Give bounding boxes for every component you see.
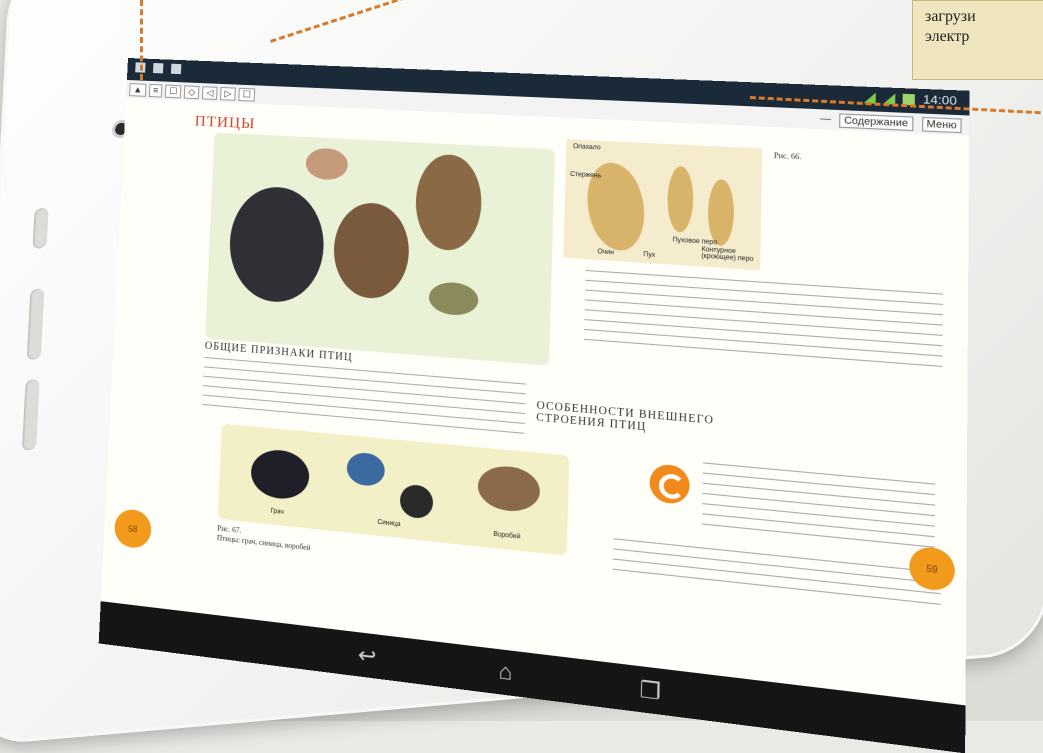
feather-label: Контурное (кроющее) перо [701, 246, 754, 264]
tit-image [346, 451, 386, 488]
bird-label: Воробей [493, 531, 521, 541]
recent-apps-icon[interactable]: ❐ [639, 675, 661, 706]
page-title: ПТИЦЫ [194, 113, 256, 133]
jay-image [305, 147, 349, 181]
feather-image [666, 165, 694, 233]
back-icon[interactable]: ↩ [357, 640, 376, 670]
feather-label: Опахало [572, 143, 601, 152]
callout-box: загрузи электр [912, 0, 1043, 80]
small-bird-image [428, 280, 479, 317]
figure-caption: Рис. 66. [773, 151, 802, 162]
feather-image [707, 178, 735, 247]
duck-image [332, 200, 411, 301]
toolbar-button[interactable]: ◇ [184, 84, 200, 99]
toolbar-button[interactable]: ◁ [202, 85, 218, 100]
bird-label: Синица [377, 519, 401, 529]
toolbar-button[interactable]: ▷ [220, 86, 236, 101]
owl-image [414, 153, 483, 253]
section-heading: ОСОБЕННОСТИ ВНЕШНЕГО СТРОЕНИЯ ПТИЦ [536, 399, 715, 434]
birds-illustration-bottom: Грач Синица Воробей [217, 423, 570, 556]
menu-link[interactable]: Меню [921, 116, 962, 133]
feathers-illustration: Опахало Стержень Очин Пух Пуховое перо К… [563, 139, 763, 271]
capercaillie-image [227, 184, 326, 306]
tit-image [399, 483, 434, 520]
notification-icon [170, 63, 182, 75]
toolbar-button[interactable]: ▲ [129, 82, 147, 97]
toolbar-button[interactable]: ≡ [148, 83, 163, 98]
toolbar-button[interactable]: ☐ [238, 87, 256, 102]
notification-icon [152, 63, 164, 74]
textbook-page: ПТИЦЫ Опахало Стержень Очин Пух Пуховое … [100, 97, 970, 706]
toolbar-button[interactable]: ☐ [164, 84, 182, 98]
tablet-screen: 14:00 ▲ ≡ ☐ ◇ ◁ ▷ ☐ — Содержание Меню ПТ… [98, 58, 970, 753]
bird-label: Грач [270, 508, 284, 517]
prev-page-button[interactable]: 58 [113, 507, 152, 550]
home-icon[interactable]: ⌂ [498, 659, 512, 687]
contents-link[interactable]: Содержание [839, 112, 914, 131]
callout-line: загрузи [925, 8, 976, 25]
task-text [701, 462, 936, 554]
feather-label: Пух [643, 251, 656, 260]
feather-label: Очин [597, 248, 615, 257]
figure-caption-text: Птицы: грач, синица, воробей [216, 533, 311, 553]
birds-illustration [205, 132, 556, 366]
sparrow-image [477, 463, 541, 514]
rook-image [250, 447, 311, 502]
task-icon[interactable] [649, 463, 690, 506]
feather-label: Стержень [569, 171, 602, 180]
callout-line: электр [925, 28, 970, 45]
paragraph-text [583, 269, 944, 374]
side-button[interactable] [21, 379, 40, 451]
toolbar-link[interactable]: — [820, 112, 831, 127]
side-button[interactable] [26, 288, 45, 361]
volume-button[interactable] [32, 207, 49, 250]
guide-line [140, 0, 143, 80]
feather-label: Пуховое перо [672, 237, 718, 247]
